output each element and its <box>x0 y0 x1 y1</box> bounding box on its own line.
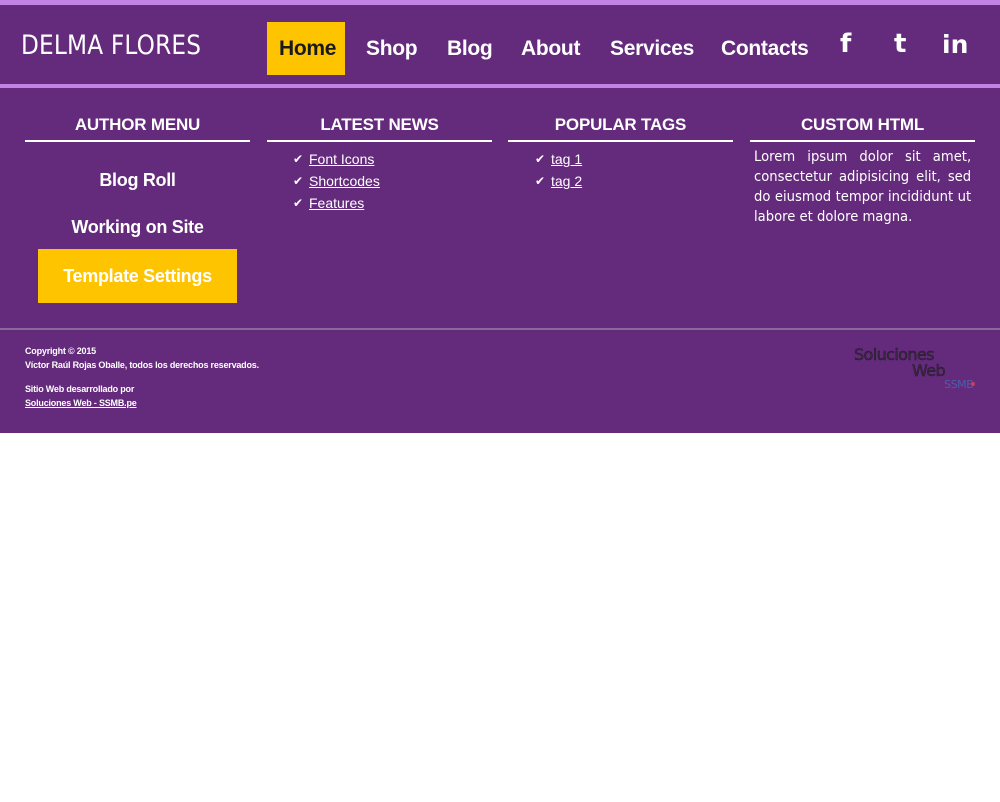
nav-shop[interactable]: Shop <box>345 22 425 75</box>
nav-home[interactable]: Home <box>267 22 345 75</box>
owner-text: Víctor Raúl Rojas Oballe, todos los dere… <box>25 360 259 370</box>
check-icon: ✔ <box>293 196 304 210</box>
nav-blog[interactable]: Blog <box>425 22 499 75</box>
nav-contacts[interactable]: Contacts <box>698 22 809 75</box>
tag-link-1[interactable]: tag 1 <box>551 151 582 167</box>
soluciones-web-logo[interactable]: Soluciones Web SSMB <box>853 343 978 391</box>
list-item: ✔ tag 2 <box>535 170 582 192</box>
logo-line-2: Web <box>912 361 946 380</box>
check-icon: ✔ <box>535 174 546 188</box>
facebook-icon[interactable]: f <box>840 29 851 59</box>
check-icon: ✔ <box>293 174 304 188</box>
news-link-shortcodes[interactable]: Shortcodes <box>309 173 380 189</box>
latest-news-title: LATEST NEWS <box>320 115 439 134</box>
nav-services[interactable]: Services <box>587 22 698 75</box>
linkedin-icon[interactable]: in <box>942 30 968 59</box>
site-brand[interactable]: DELMA FLORES <box>21 30 201 61</box>
latest-news-list: ✔ Font Icons ✔ Shortcodes ✔ Features <box>293 148 380 214</box>
copyright-text: Copyright © 2015 <box>25 346 96 356</box>
popular-tags-title: POPULAR TAGS <box>554 115 687 134</box>
latest-news-rule <box>267 140 492 142</box>
news-link-features[interactable]: Features <box>309 195 364 211</box>
logo-dot <box>971 382 975 386</box>
custom-html-text: Lorem ipsum dolor sit amet, consectetur … <box>754 147 971 227</box>
list-item: ✔ tag 1 <box>535 148 582 170</box>
check-icon: ✔ <box>535 152 546 166</box>
template-settings-button[interactable]: Template Settings <box>38 249 237 303</box>
developer-link[interactable]: Soluciones Web - SSMB.pe <box>25 398 137 408</box>
popular-tags-list: ✔ tag 1 ✔ tag 2 <box>535 148 582 192</box>
tag-link-2[interactable]: tag 2 <box>551 173 582 189</box>
news-link-font-icons[interactable]: Font Icons <box>309 151 374 167</box>
list-item: ✔ Features <box>293 192 380 214</box>
nav-about[interactable]: About <box>499 22 587 75</box>
page: DELMA FLORES Home Shop Blog About Servic… <box>0 0 1000 802</box>
list-item: ✔ Font Icons <box>293 148 380 170</box>
site-footer <box>0 330 1000 433</box>
working-on-site-link[interactable]: Working on Site <box>25 217 250 238</box>
author-menu-title: AUTHOR MENU <box>74 115 201 134</box>
logo-line-3: SSMB <box>944 378 973 391</box>
check-icon: ✔ <box>293 152 304 166</box>
list-item: ✔ Shortcodes <box>293 170 380 192</box>
custom-html-paragraph: Lorem ipsum dolor sit amet, consectetur … <box>754 149 972 225</box>
main-nav: Home Shop Blog About Services Contacts <box>267 22 809 75</box>
custom-html-rule <box>750 140 975 142</box>
twitter-icon[interactable]: t <box>894 29 906 59</box>
custom-html-title: CUSTOM HTML <box>800 115 925 134</box>
popular-tags-rule <box>508 140 733 142</box>
developer-link-wrap: Soluciones Web - SSMB.pe <box>25 398 137 408</box>
blog-roll-link[interactable]: Blog Roll <box>25 170 250 191</box>
author-menu-rule <box>25 140 250 142</box>
developed-by-text: Sitio Web desarrollado por <box>25 384 135 394</box>
